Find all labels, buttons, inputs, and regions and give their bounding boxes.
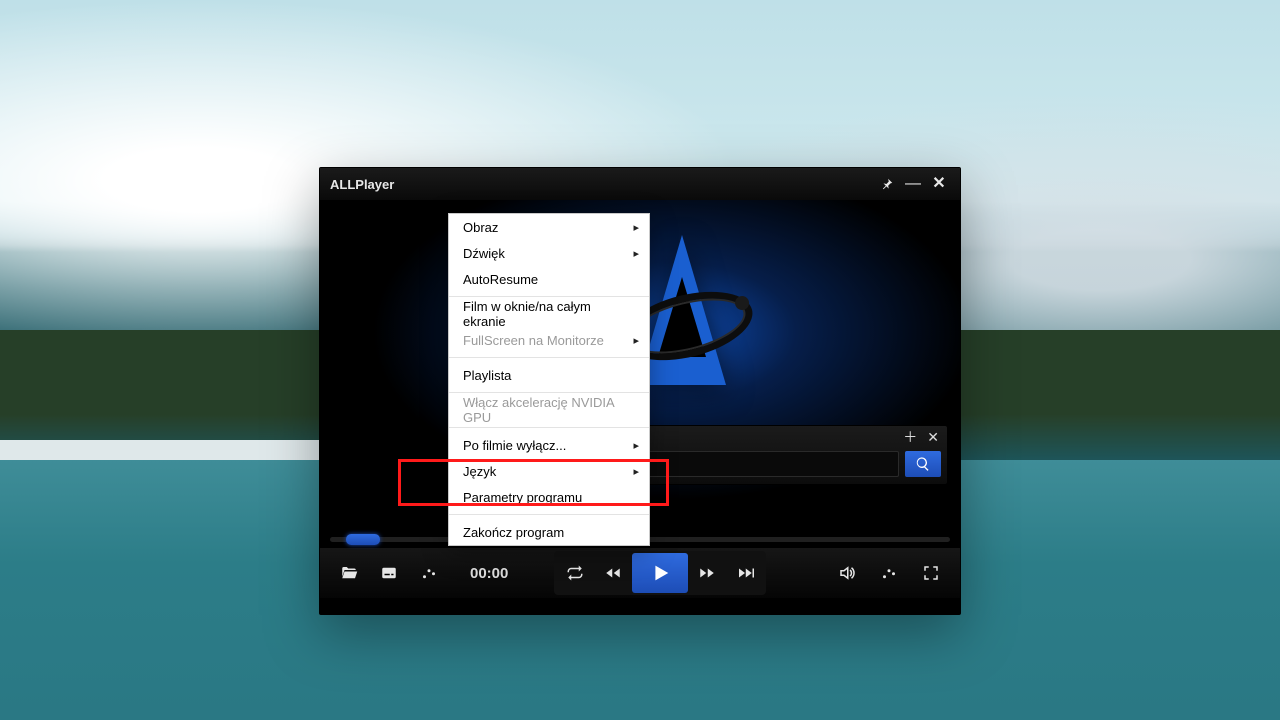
- play-button[interactable]: [632, 553, 688, 593]
- menu-separator: [449, 427, 649, 428]
- app-title: ALLPlayer: [330, 177, 394, 192]
- menu-item-po-filmie-wyacz[interactable]: Po filmie wyłącz...: [449, 432, 649, 458]
- playlist-panel[interactable]: ＋ ✕: [621, 425, 948, 485]
- time-display: 00:00: [470, 565, 508, 582]
- subtitles-icon: [380, 564, 398, 582]
- menu-separator: [449, 514, 649, 515]
- video-settings-button[interactable]: [414, 558, 444, 588]
- context-menu[interactable]: ObrazDźwiękAutoResume Film w oknie/na cał…: [448, 213, 650, 546]
- menu-item-playlista[interactable]: Playlista: [449, 362, 649, 388]
- skip-next-button[interactable]: [726, 556, 764, 590]
- playlist-close-button[interactable]: ✕: [927, 430, 939, 444]
- search-icon: [915, 456, 931, 472]
- fast-forward-button[interactable]: [688, 556, 726, 590]
- menu-item-zakoncz-program[interactable]: Zakończ program: [449, 519, 649, 545]
- menu-separator: [449, 357, 649, 358]
- playlist-search-input[interactable]: [628, 451, 899, 477]
- skip-next-icon: [736, 564, 754, 582]
- menu-item-fullscreen-na-monitorze: FullScreen na Monitorze: [449, 327, 649, 353]
- titlebar[interactable]: ALLPlayer — ✕: [320, 168, 960, 200]
- menu-separator: [449, 392, 649, 393]
- pin-icon[interactable]: [876, 174, 898, 194]
- fullscreen-button[interactable]: [916, 558, 946, 588]
- fast-forward-icon: [698, 564, 716, 582]
- rewind-icon: [604, 564, 622, 582]
- repeat-icon: [566, 564, 584, 582]
- subtitles-button[interactable]: [374, 558, 404, 588]
- open-folder-icon: [340, 564, 358, 582]
- menu-item-wacz-akceleracje-nvidia-gpu: Włącz akcelerację NVIDIA GPU: [449, 397, 649, 423]
- playlist-search-button[interactable]: [905, 451, 941, 477]
- minimize-icon[interactable]: —: [902, 174, 924, 194]
- menu-item-jezyk[interactable]: Język: [449, 458, 649, 484]
- open-file-button[interactable]: [334, 558, 364, 588]
- sliders-icon: [420, 564, 438, 582]
- close-icon[interactable]: ✕: [928, 174, 950, 194]
- controls-bar: 00:00: [320, 548, 960, 598]
- volume-icon: [838, 564, 856, 582]
- transport-controls: [554, 551, 766, 595]
- fullscreen-icon: [922, 564, 940, 582]
- progress-thumb[interactable]: [346, 534, 380, 545]
- repeat-button[interactable]: [556, 556, 594, 590]
- audio-settings-button[interactable]: [874, 558, 904, 588]
- play-icon: [649, 562, 671, 584]
- playlist-add-button[interactable]: ＋: [903, 430, 917, 444]
- menu-item-obraz[interactable]: Obraz: [449, 214, 649, 240]
- audio-sliders-icon: [880, 564, 898, 582]
- rewind-button[interactable]: [594, 556, 632, 590]
- volume-button[interactable]: [832, 558, 862, 588]
- menu-item-dzwiek[interactable]: Dźwięk: [449, 240, 649, 266]
- menu-item-parametry-programu[interactable]: Parametry programu: [449, 484, 649, 510]
- menu-item-autoresume[interactable]: AutoResume: [449, 266, 649, 292]
- menu-separator: [449, 296, 649, 297]
- menu-item-film-w-okniena-caym-ekranie[interactable]: Film w oknie/na całym ekranie: [449, 301, 649, 327]
